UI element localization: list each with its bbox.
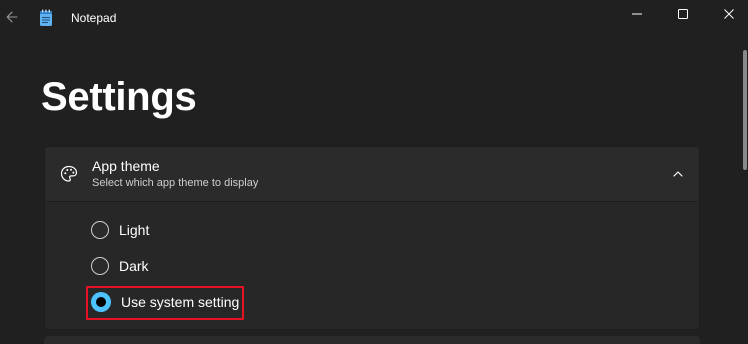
radio-label-light: Light xyxy=(119,222,150,238)
minimize-button[interactable] xyxy=(614,0,660,28)
app-theme-title: App theme xyxy=(92,158,160,174)
page-title: Settings xyxy=(41,75,197,119)
radio-button-light[interactable] xyxy=(91,221,109,239)
back-button[interactable] xyxy=(0,2,24,32)
radio-option-light[interactable]: Light xyxy=(91,218,149,242)
radio-label-dark: Dark xyxy=(119,258,149,274)
notepad-settings-window: Notepad Settings App theme Select which … xyxy=(0,0,748,344)
minimize-icon xyxy=(632,13,642,15)
radio-option-dark[interactable]: Dark xyxy=(91,254,149,278)
notepad-icon xyxy=(40,9,52,26)
next-settings-card[interactable] xyxy=(44,336,700,344)
maximize-button[interactable] xyxy=(660,0,706,28)
back-arrow-icon xyxy=(6,11,18,23)
palette-icon xyxy=(60,165,78,182)
app-theme-description: Select which app theme to display xyxy=(92,177,259,189)
maximize-icon xyxy=(678,9,688,19)
app-theme-expander-header[interactable]: App theme Select which app theme to disp… xyxy=(44,146,700,202)
title-bar: Notepad xyxy=(0,0,748,36)
app-title: Notepad xyxy=(71,11,117,25)
close-button[interactable] xyxy=(706,0,748,28)
highlight-annotation-box xyxy=(86,286,244,320)
close-icon xyxy=(724,9,734,19)
radio-button-dark[interactable] xyxy=(91,257,109,275)
vertical-scrollbar[interactable] xyxy=(743,50,747,170)
chevron-up-icon[interactable] xyxy=(671,167,685,181)
app-theme-options-panel: Light Dark Use system setting xyxy=(44,202,700,330)
